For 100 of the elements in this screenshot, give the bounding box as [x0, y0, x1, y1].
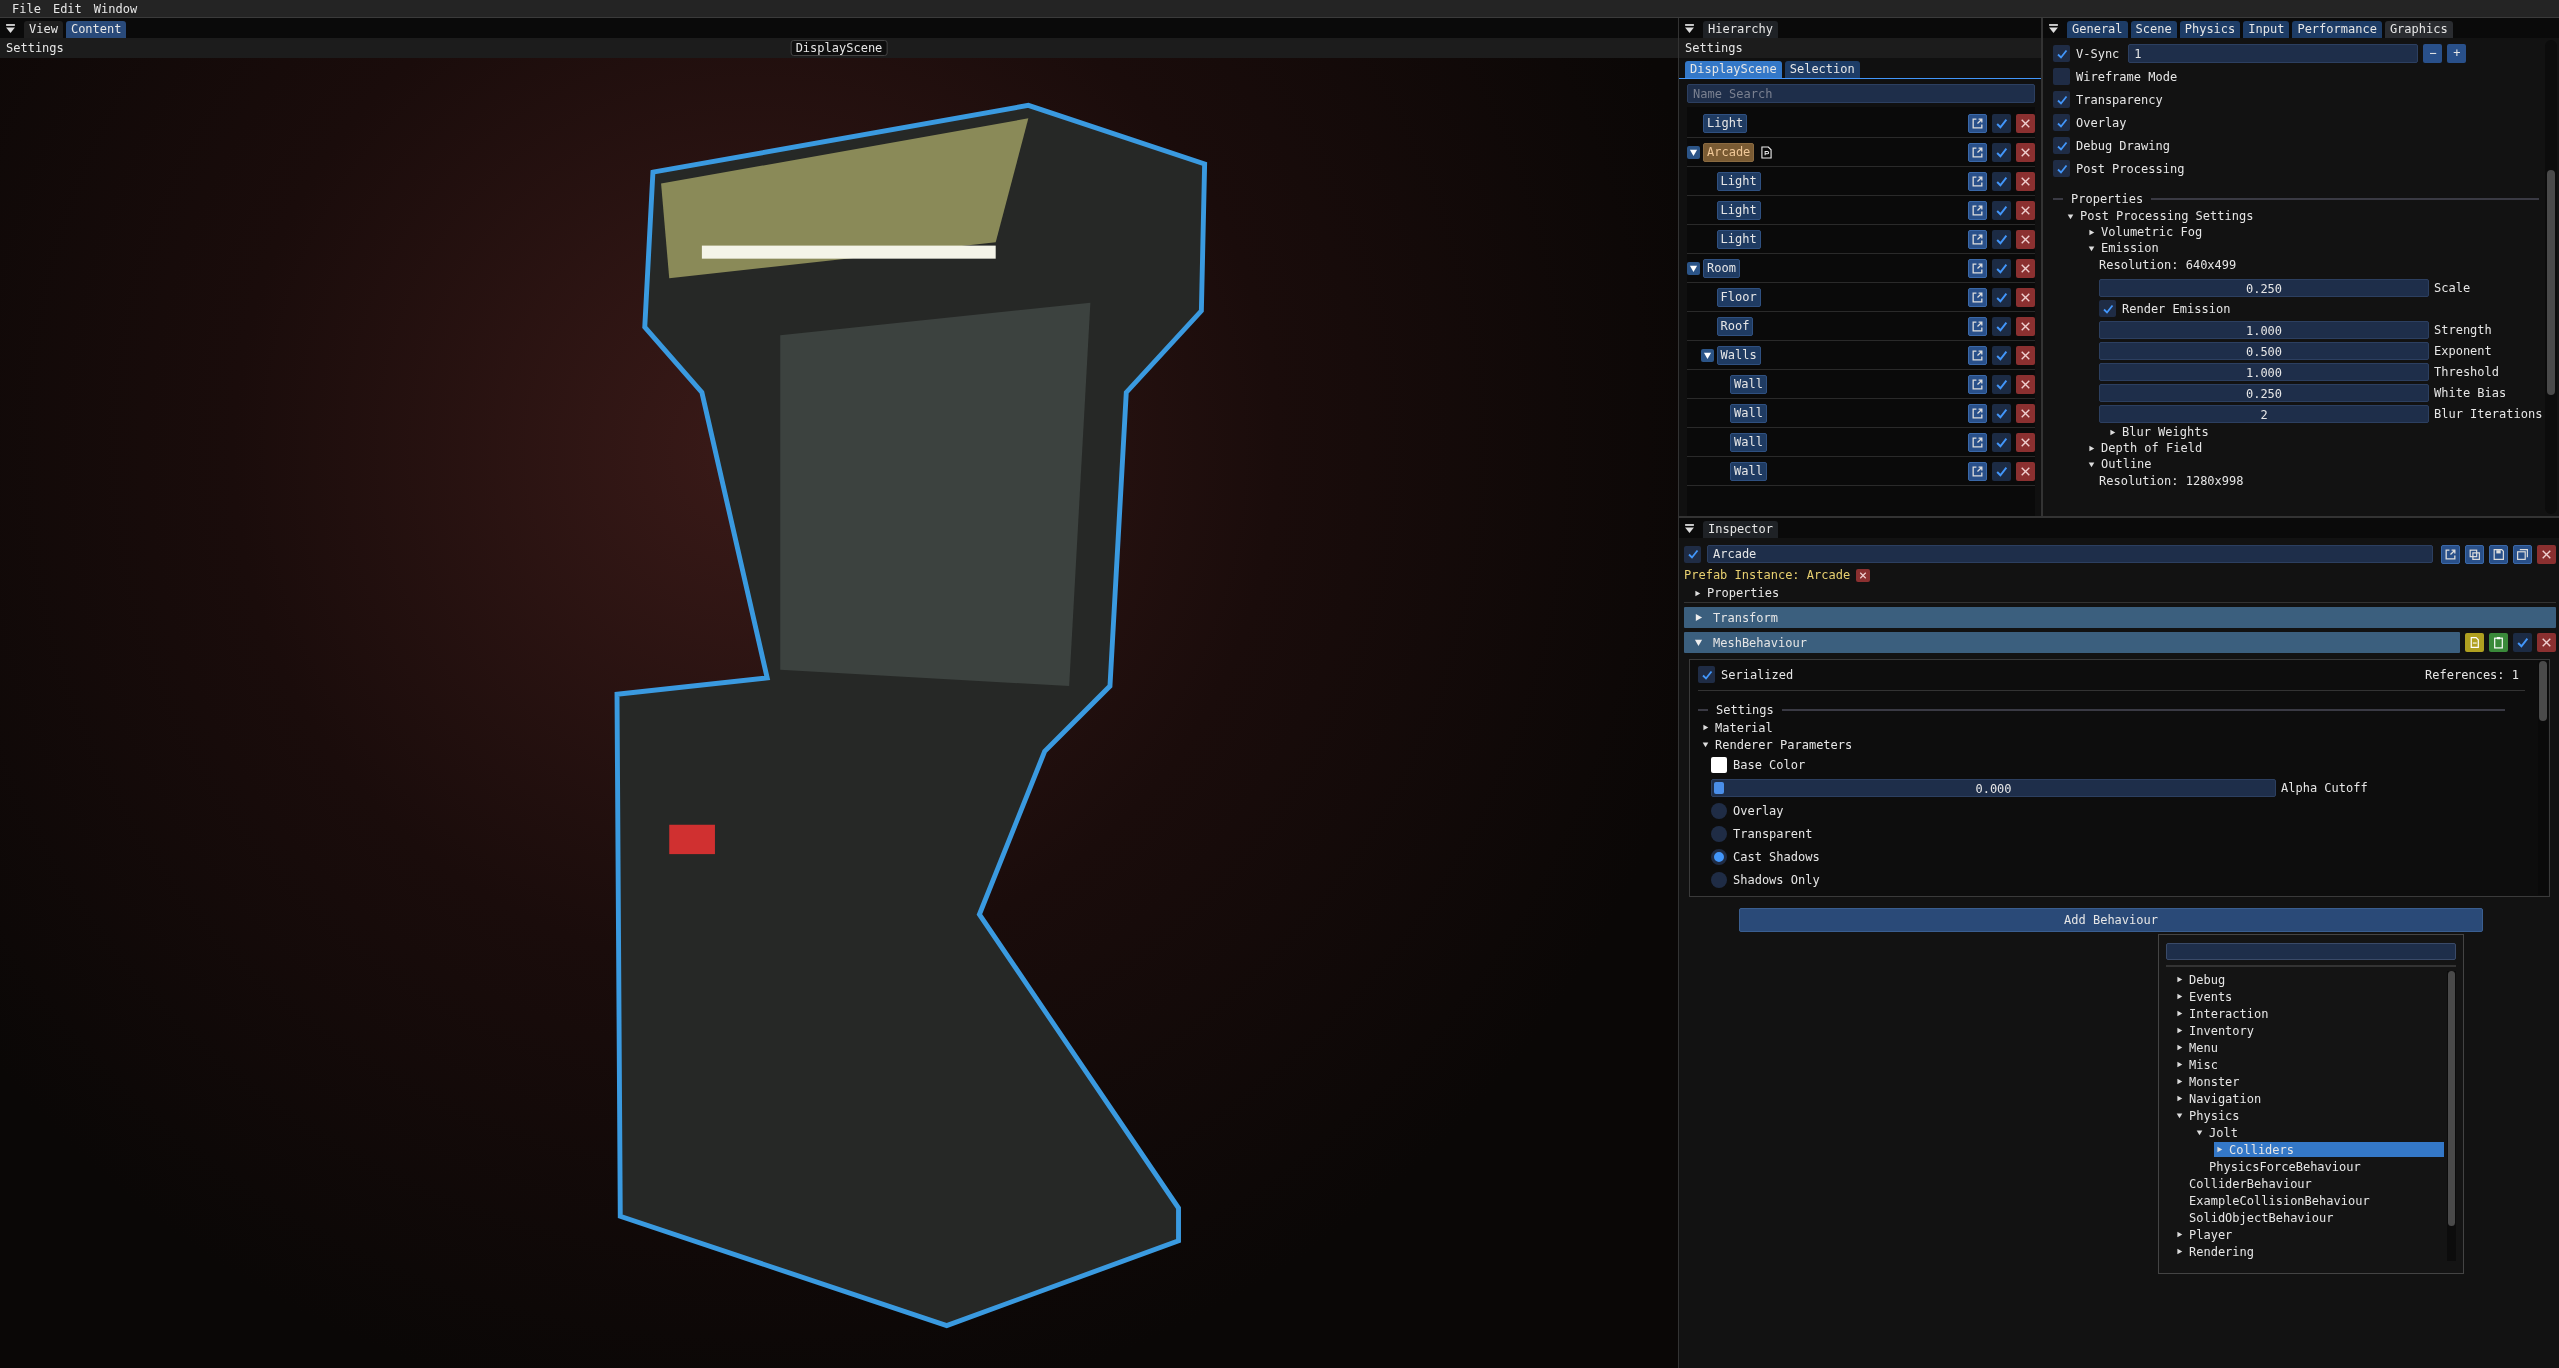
delete-button[interactable] [2016, 345, 2035, 365]
tree-node[interactable]: Material [1702, 720, 1773, 735]
tree-node[interactable]: Renderer Parameters [1702, 737, 1853, 752]
category-node[interactable]: Interaction [2174, 1006, 2444, 1021]
checkbox[interactable] [1992, 432, 2011, 452]
menu-item[interactable]: Settings [0, 40, 70, 56]
delete-button[interactable] [2537, 633, 2556, 652]
delete-button[interactable] [2016, 142, 2035, 162]
delete-button[interactable] [2016, 171, 2035, 191]
delete-button[interactable] [2016, 229, 2035, 249]
tab[interactable]: Performance [2292, 21, 2382, 38]
open-button[interactable] [1968, 432, 1987, 452]
delete-button[interactable] [2016, 316, 2035, 336]
drag-field[interactable]: 0.250 [2099, 278, 2429, 297]
checkbox[interactable] [2053, 91, 2070, 108]
object-button[interactable]: Light [1716, 200, 1761, 220]
behaviour-item[interactable]: PhysicsForceBehaviour [2207, 1159, 2444, 1174]
menu-item[interactable]: Settings [1679, 40, 1749, 56]
category-node[interactable]: Inventory [2174, 1023, 2444, 1038]
open-button[interactable] [1968, 171, 1987, 191]
object-button[interactable]: Wall [1730, 432, 1767, 452]
category-node[interactable]: Events [2174, 989, 2444, 1004]
alpha-cutoff-slider[interactable]: 0.000 [1711, 778, 2276, 797]
tree-node[interactable]: Emission [2088, 241, 2159, 255]
checkbox[interactable] [2053, 68, 2070, 85]
category-node[interactable]: Monster [2174, 1074, 2444, 1089]
object-button[interactable]: Light [1703, 113, 1748, 133]
category-node[interactable]: Jolt [2194, 1125, 2444, 1140]
tab[interactable]: Physics [2179, 21, 2241, 38]
expand-button[interactable] [1687, 145, 1700, 159]
checkbox[interactable] [2053, 137, 2070, 154]
checkbox[interactable] [1992, 287, 2011, 307]
category-node[interactable]: Misc [2174, 1057, 2444, 1072]
slider-thumb[interactable] [1714, 781, 1724, 794]
unlink-button[interactable] [1856, 568, 1871, 582]
category-node[interactable]: Colliders [2214, 1142, 2444, 1157]
open-button[interactable] [1968, 229, 1987, 249]
tab[interactable]: Content [65, 21, 127, 38]
object-button[interactable]: Arcade [1703, 142, 1755, 162]
object-button[interactable]: Wall [1730, 403, 1767, 423]
open-button[interactable] [2441, 544, 2460, 564]
behaviour-item[interactable]: ColliderBehaviour [2187, 1176, 2444, 1191]
behaviour-item[interactable]: ExampleCollisionBehaviour [2187, 1193, 2444, 1208]
open-button[interactable] [1968, 374, 1987, 394]
checkbox[interactable] [1992, 200, 2011, 220]
tab[interactable]: Selection [1784, 61, 1860, 78]
open-button[interactable] [1968, 287, 1987, 307]
menu-item[interactable]: Edit [46, 0, 88, 17]
open-button[interactable] [1968, 403, 1987, 423]
open-button[interactable] [1968, 258, 1987, 278]
component-header[interactable]: Transform [1684, 607, 2556, 628]
delete-button[interactable] [2016, 258, 2035, 278]
checkbox[interactable] [1992, 316, 2011, 336]
category-node[interactable]: Navigation [2174, 1091, 2444, 1106]
category-node[interactable]: Rendering [2174, 1244, 2444, 1259]
tab[interactable]: DisplayScene [1685, 61, 1782, 78]
object-button[interactable]: Wall [1730, 461, 1767, 481]
delete-button[interactable] [2016, 432, 2035, 452]
checkbox[interactable] [1992, 113, 2011, 133]
expand-button[interactable] [1687, 261, 1700, 275]
category-node[interactable]: Physics [2174, 1108, 2444, 1123]
copy-button[interactable] [2465, 544, 2484, 564]
decrement-button[interactable]: − [2423, 44, 2443, 63]
behaviour-item[interactable]: SolidObjectBehaviour [2187, 1210, 2444, 1225]
tab[interactable]: Graphics [2384, 21, 2453, 38]
duplicate-button[interactable] [2513, 544, 2532, 564]
radio-button[interactable] [1711, 802, 1727, 819]
delete-button[interactable] [2016, 287, 2035, 307]
checkbox[interactable] [1992, 345, 2011, 365]
category-node[interactable]: Debug [2174, 972, 2444, 987]
checkbox[interactable] [1992, 171, 2011, 191]
tree-node[interactable]: Properties [1694, 586, 1780, 600]
open-button[interactable] [1968, 345, 1987, 365]
name-field[interactable]: Arcade [1707, 545, 2433, 563]
tab[interactable]: Scene [2130, 21, 2177, 38]
checkbox[interactable] [1992, 258, 2011, 278]
save-button[interactable] [2489, 544, 2508, 564]
delete-button[interactable] [2537, 544, 2556, 564]
object-button[interactable]: Floor [1716, 287, 1761, 307]
open-button[interactable] [1968, 113, 1987, 133]
tree-node[interactable]: Post Processing Settings [2067, 209, 2254, 223]
radio-button[interactable] [1711, 871, 1727, 888]
tab[interactable]: General [2067, 21, 2128, 38]
scrollbar[interactable] [2545, 40, 2557, 514]
color-swatch[interactable] [1711, 756, 1727, 773]
drag-field[interactable]: 1.000 [2099, 320, 2429, 339]
paste-button[interactable] [2489, 633, 2508, 652]
window-tab[interactable]: Inspector [1703, 521, 1779, 538]
checkbox[interactable] [1992, 142, 2011, 162]
open-button[interactable] [1968, 316, 1987, 336]
tree-node[interactable]: Blur Weights [2109, 425, 2209, 439]
number-field[interactable]: 1 [2128, 44, 2419, 63]
category-node[interactable]: Player [2174, 1227, 2444, 1242]
open-button[interactable] [1968, 200, 1987, 220]
object-button[interactable]: Light [1716, 229, 1761, 249]
checkbox[interactable] [2099, 300, 2116, 317]
checkbox[interactable] [1698, 666, 1715, 683]
tree-node[interactable]: Outline [2088, 457, 2152, 471]
search-field[interactable] [2166, 943, 2456, 960]
delete-button[interactable] [2016, 461, 2035, 481]
